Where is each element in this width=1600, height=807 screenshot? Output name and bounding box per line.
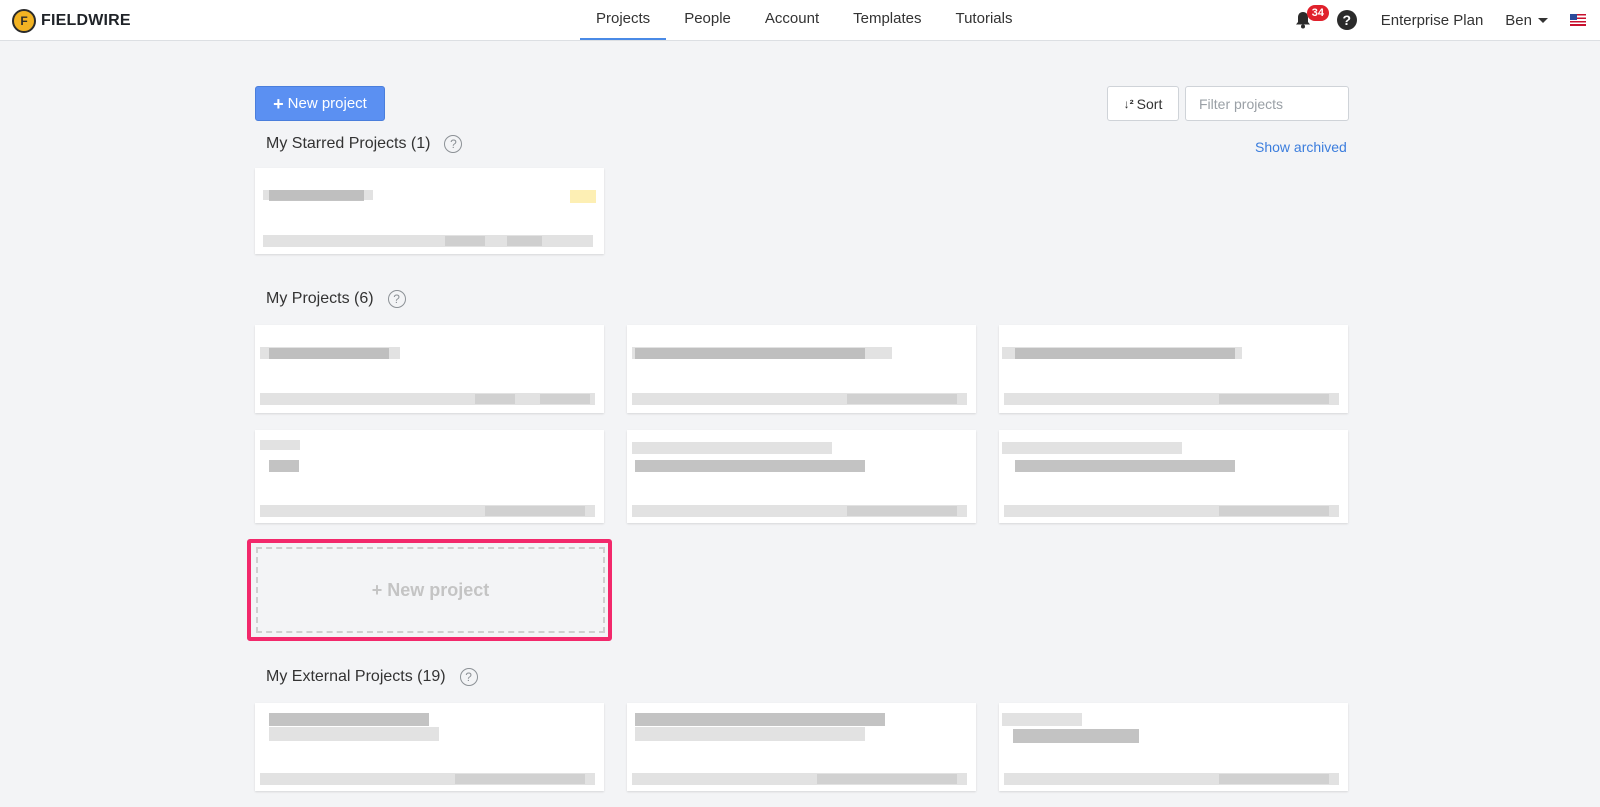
- fieldwire-helmet-icon: F: [12, 9, 36, 33]
- my-projects-heading: My Projects (6) ?: [266, 290, 406, 308]
- fieldwire-logo[interactable]: F FIELDWIRE: [12, 8, 131, 34]
- sort-button-label: Sort: [1136, 95, 1163, 112]
- sort-button[interactable]: ↓² Sort: [1107, 86, 1179, 121]
- new-project-button-label: New project: [287, 95, 367, 112]
- project-card[interactable]: [255, 430, 604, 523]
- us-flag-icon[interactable]: [1570, 14, 1586, 26]
- new-project-button[interactable]: + New project: [255, 86, 385, 121]
- project-card[interactable]: [627, 703, 976, 791]
- project-card[interactable]: [627, 430, 976, 523]
- notification-count-badge: 34: [1306, 5, 1329, 21]
- nav-tutorials[interactable]: Tutorials: [939, 0, 1028, 40]
- external-projects-heading: My External Projects (19) ?: [266, 668, 478, 686]
- starred-projects-heading: My Starred Projects (1) ?: [266, 135, 463, 153]
- top-navigation-bar: F FIELDWIRE Projects People Account Temp…: [0, 0, 1600, 41]
- project-card[interactable]: [999, 325, 1348, 413]
- question-circle-icon[interactable]: ?: [444, 135, 463, 153]
- nav-account[interactable]: Account: [749, 0, 835, 40]
- filter-projects-input[interactable]: [1185, 86, 1349, 121]
- question-circle-icon[interactable]: ?: [387, 290, 406, 308]
- nav-projects[interactable]: Projects: [580, 0, 667, 40]
- chevron-down-icon: [1538, 17, 1548, 23]
- question-circle-icon[interactable]: ?: [459, 668, 478, 686]
- show-archived-link[interactable]: Show archived: [1255, 139, 1347, 155]
- starred-projects-title: My Starred Projects (1): [266, 135, 431, 152]
- project-card[interactable]: [255, 168, 604, 254]
- new-project-card[interactable]: + New project: [256, 547, 605, 633]
- project-card[interactable]: [255, 325, 604, 413]
- logo-text: FIELDWIRE: [41, 12, 131, 29]
- plus-icon: +: [273, 93, 284, 114]
- header-right-controls: 34 ? Enterprise Plan Ben: [1293, 0, 1600, 40]
- project-card[interactable]: [627, 325, 976, 413]
- help-circle-icon[interactable]: ?: [1336, 10, 1357, 30]
- project-card[interactable]: [999, 703, 1348, 791]
- enterprise-plan-link[interactable]: Enterprise Plan: [1381, 12, 1484, 29]
- sort-icon: ↓²: [1123, 96, 1134, 111]
- project-card[interactable]: [255, 703, 604, 791]
- notifications-button[interactable]: 34: [1293, 5, 1329, 33]
- my-projects-title: My Projects (6): [266, 290, 374, 307]
- nav-people[interactable]: People: [668, 0, 747, 40]
- user-name: Ben: [1505, 11, 1532, 29]
- project-card[interactable]: [999, 430, 1348, 523]
- main-nav: Projects People Account Templates Tutori…: [580, 0, 1030, 40]
- nav-templates[interactable]: Templates: [837, 0, 937, 40]
- external-projects-title: My External Projects (19): [266, 668, 446, 685]
- user-menu[interactable]: Ben: [1505, 12, 1548, 29]
